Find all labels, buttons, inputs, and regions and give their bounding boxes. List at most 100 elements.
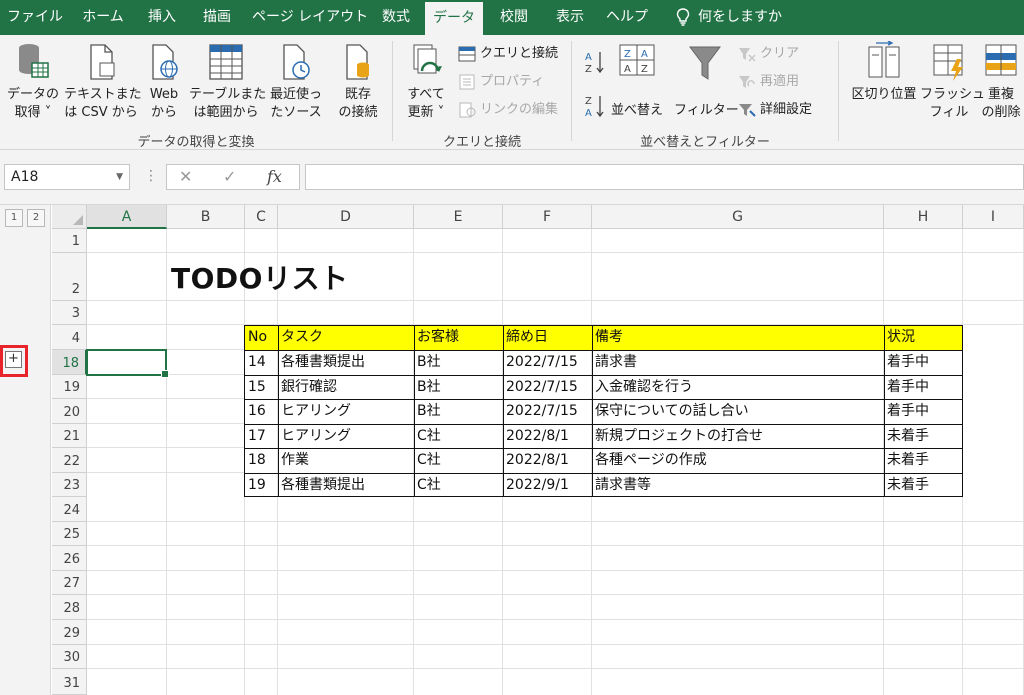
column-header-a[interactable]: A: [87, 205, 167, 229]
select-all-button[interactable]: [52, 205, 87, 229]
column-header-b[interactable]: B: [167, 205, 245, 229]
column-header-h[interactable]: H: [884, 205, 963, 229]
row-header[interactable]: 30: [52, 645, 87, 669]
tab-help[interactable]: ヘルプ: [602, 0, 652, 35]
reapply-button[interactable]: 再適用: [738, 71, 799, 93]
formula-bar-grip-icon[interactable]: ⋮: [144, 164, 158, 188]
from-web-button[interactable]: Web から: [142, 41, 186, 122]
from-text-label-1: テキストまた: [64, 87, 142, 102]
row-header[interactable]: 31: [52, 669, 87, 695]
column-header-c[interactable]: C: [245, 205, 278, 229]
tab-view[interactable]: 表示: [548, 0, 592, 35]
get-data-button[interactable]: データの 取得 ˅: [4, 41, 62, 122]
expand-group-button[interactable]: +: [5, 351, 22, 368]
text-to-columns-button[interactable]: 区切り位置: [848, 41, 920, 104]
insert-function-icon[interactable]: fx: [267, 165, 282, 189]
tab-home[interactable]: ホーム: [72, 0, 134, 35]
recent-sources-button[interactable]: 最近使っ たソース: [265, 41, 327, 122]
formula-input[interactable]: [305, 164, 1024, 190]
row-header[interactable]: 24: [52, 497, 87, 522]
from-text-csv-button[interactable]: テキストまた は CSV から: [64, 41, 142, 122]
row-header[interactable]: 20: [52, 399, 87, 424]
column-header-g[interactable]: G: [592, 205, 884, 229]
existing-connections-button[interactable]: 既存 の接続: [333, 41, 383, 122]
table-rule: [414, 325, 415, 497]
svg-text:Z: Z: [585, 96, 592, 107]
row-header[interactable]: 27: [52, 571, 87, 595]
grid-row: [87, 375, 245, 399]
grid-row: [87, 229, 1024, 253]
from-web-label-2: から: [150, 105, 177, 120]
tab-formulas[interactable]: 数式: [374, 0, 418, 35]
cancel-icon[interactable]: ✕: [179, 165, 192, 189]
grid-row: [87, 448, 245, 473]
tab-page-layout[interactable]: ページ レイアウト: [252, 0, 368, 35]
ribbon-group-separator: [392, 41, 393, 141]
formula-buttons: ✕ ✓ fx: [166, 164, 300, 190]
tab-data[interactable]: データ: [425, 2, 483, 35]
tab-file[interactable]: ファイル: [4, 0, 66, 35]
edit-links-label: リンクの編集: [480, 102, 559, 117]
sort-icon: Z A A Z: [619, 44, 655, 76]
row-header[interactable]: 28: [52, 595, 87, 620]
sort-button[interactable]: Z A A Z 並べ替え: [608, 41, 666, 120]
tab-insert[interactable]: 挿入: [140, 0, 184, 35]
clear-filter-button[interactable]: クリア: [738, 43, 799, 65]
row-header[interactable]: 19: [52, 375, 87, 399]
ribbon-data: データの 取得 ˅ テキストまた は CSV から Web から テーブルまた …: [0, 35, 1024, 150]
grid-row: [87, 645, 1024, 669]
grid-row: [87, 620, 1024, 645]
text-to-columns-icon: [868, 41, 900, 78]
row-header[interactable]: 3: [52, 301, 87, 325]
active-cell-a18[interactable]: [86, 349, 169, 378]
properties-button[interactable]: プロパティ: [458, 71, 544, 93]
row-header[interactable]: 4: [52, 325, 87, 350]
flash-fill-button[interactable]: フラッシュ フィル: [920, 41, 985, 122]
remove-duplicates-label-1: 重複: [987, 87, 1014, 102]
grid-row: [87, 595, 1024, 620]
grid-row: [87, 546, 1024, 571]
outline-level-2-button[interactable]: 2: [27, 209, 45, 227]
refresh-icon: [413, 44, 442, 74]
row-header[interactable]: 1: [52, 229, 87, 253]
queries-connections-button[interactable]: クエリと接続: [458, 43, 558, 65]
row-header[interactable]: 21: [52, 424, 87, 448]
from-table-label-2: は範囲から: [193, 105, 259, 120]
column-header-e[interactable]: E: [414, 205, 503, 229]
refresh-label-1: すべて: [407, 87, 445, 102]
table-rule: [278, 325, 279, 497]
row-header[interactable]: 23: [52, 473, 87, 497]
refresh-all-button[interactable]: すべて 更新 ˅: [400, 41, 452, 122]
name-box-dropdown-icon[interactable]: ▼: [116, 165, 123, 189]
from-table-range-button[interactable]: テーブルまた は範囲から: [189, 41, 266, 122]
enter-icon[interactable]: ✓: [223, 165, 236, 189]
tab-draw[interactable]: 描画: [195, 0, 239, 35]
row-header[interactable]: 25: [52, 522, 87, 546]
text-file-icon: [90, 44, 115, 80]
column-header-d[interactable]: D: [278, 205, 414, 229]
grid-row: [87, 399, 245, 424]
row-header[interactable]: 29: [52, 620, 87, 645]
tab-review[interactable]: 校閲: [492, 0, 536, 35]
outline-level-1-button[interactable]: 1: [5, 209, 23, 227]
edit-links-button[interactable]: リンクの編集: [458, 99, 558, 121]
column-header-i[interactable]: I: [963, 205, 1024, 229]
row-header[interactable]: 18: [52, 350, 87, 375]
name-box[interactable]: A18 ▼: [4, 164, 130, 190]
remove-duplicates-icon: [985, 44, 1017, 76]
tell-me-search[interactable]: 何をしますか: [676, 0, 782, 35]
filter-button[interactable]: フィルター: [674, 41, 739, 120]
flash-fill-label-2: フィル: [929, 105, 969, 120]
grid-row: [87, 571, 1024, 595]
remove-duplicates-button[interactable]: 重複 の削除: [978, 41, 1024, 122]
filter-label: フィルター: [674, 103, 739, 118]
reapply-icon: [739, 75, 755, 88]
table-rule: [244, 375, 963, 376]
sort-ascending-button[interactable]: AZ: [584, 49, 610, 75]
row-header[interactable]: 2: [52, 253, 87, 301]
sort-descending-button[interactable]: ZA: [584, 93, 610, 119]
column-header-f[interactable]: F: [503, 205, 592, 229]
advanced-filter-button[interactable]: 詳細設定: [738, 99, 812, 121]
row-header[interactable]: 22: [52, 448, 87, 473]
row-header[interactable]: 26: [52, 546, 87, 571]
